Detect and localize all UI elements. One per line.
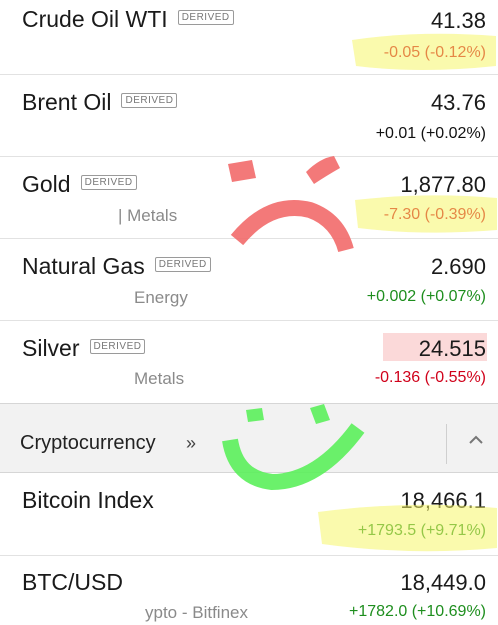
section-title[interactable]: Cryptocurrency [20, 432, 156, 455]
derived-badge: DERIVED [177, 10, 234, 25]
quote-row-btc-usd[interactable]: BTC/USD ypto - Bitfinex 18,449.0 +1782.0… [0, 556, 498, 625]
quote-row-crude-oil-wti[interactable]: Crude Oil WTI DERIVED 41.38 -0.05 (-0.12… [0, 0, 498, 75]
instrument-name-text: Natural Gas [22, 253, 145, 279]
instrument-name: Gold DERIVED [22, 171, 137, 198]
instrument-exchange: ypto - Bitfinex [145, 603, 248, 622]
section-more-arrow[interactable]: » [186, 433, 196, 454]
instrument-name: Silver DERIVED [22, 335, 146, 362]
instrument-name: Natural Gas DERIVED [22, 253, 211, 280]
last-price: 2.690 [430, 254, 486, 279]
instrument-name: Crude Oil WTI DERIVED [22, 6, 234, 33]
section-divider [446, 424, 447, 464]
last-price: 24.515 [418, 336, 486, 361]
last-price: 1,877.80 [400, 172, 486, 197]
section-header-cryptocurrency[interactable]: Cryptocurrency » [0, 403, 498, 473]
last-price: 18,466.1 [400, 488, 486, 513]
quote-row-brent-oil[interactable]: Brent Oil DERIVED 43.76 +0.01 (+0.02%) [0, 75, 498, 157]
instrument-category: | Metals [118, 206, 178, 225]
instrument-name-text: Bitcoin Index [22, 487, 154, 513]
instrument-name: Bitcoin Index [22, 487, 154, 514]
last-price: 18,449.0 [400, 570, 486, 595]
chevron-up-icon[interactable] [464, 428, 488, 452]
price-change: +1782.0 (+10.69%) [349, 603, 486, 620]
price-change: -0.136 (-0.55%) [374, 369, 486, 386]
instrument-name-text: Crude Oil WTI [22, 6, 168, 32]
instrument-category: Energy [134, 288, 188, 307]
derived-badge: DERIVED [80, 175, 137, 190]
instrument-name: Brent Oil DERIVED [22, 89, 178, 116]
price-change: +0.002 (+0.07%) [366, 288, 486, 305]
instrument-name-text: BTC/USD [22, 569, 123, 595]
instrument-name: BTC/USD [22, 569, 123, 596]
last-price: 43.76 [430, 90, 486, 115]
instrument-category: Metals [134, 369, 185, 388]
price-change: -7.30 (-0.39%) [383, 206, 486, 223]
quote-row-natural-gas[interactable]: Natural Gas DERIVED Energy 2.690 +0.002 … [0, 239, 498, 321]
price-change: +1793.5 (+9.71%) [357, 522, 486, 539]
quote-row-bitcoin-index[interactable]: Bitcoin Index 18,466.1 +1793.5 (+9.71%) [0, 473, 498, 556]
instrument-name-text: Silver [22, 335, 80, 361]
derived-badge: DERIVED [89, 339, 146, 354]
quote-row-silver[interactable]: Silver DERIVED Metals 24.515 -0.136 (-0.… [0, 321, 498, 403]
instrument-name-text: Gold [22, 171, 71, 197]
last-price: 41.38 [430, 8, 486, 33]
price-change: -0.05 (-0.12%) [383, 44, 486, 61]
derived-badge: DERIVED [121, 93, 178, 108]
price-change: +0.01 (+0.02%) [375, 125, 486, 142]
derived-badge: DERIVED [154, 257, 211, 272]
quote-row-gold[interactable]: Gold DERIVED | Metals 1,877.80 -7.30 (-0… [0, 157, 498, 239]
instrument-name-text: Brent Oil [22, 89, 112, 115]
